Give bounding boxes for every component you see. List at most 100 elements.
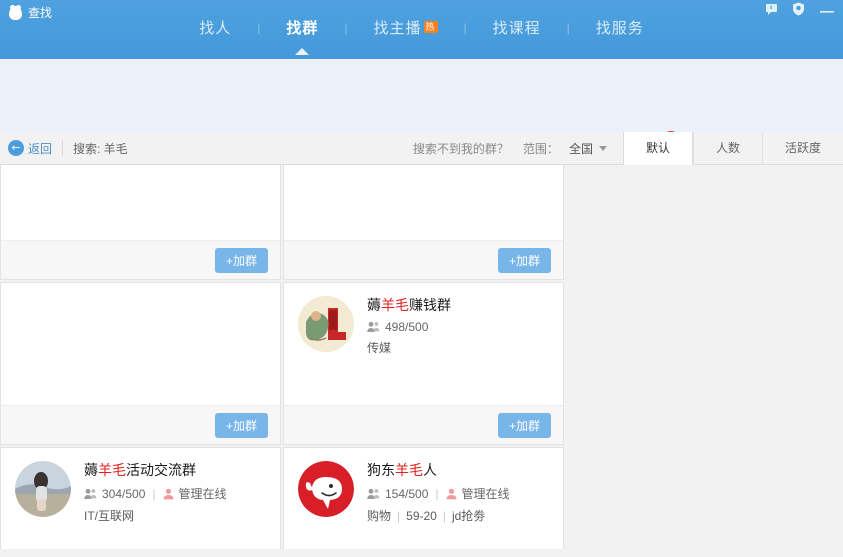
filter-controls: 搜索不到我的群？ 范围： 全国 默认 人数 活跃度 (413, 131, 843, 166)
members-icon (367, 488, 380, 500)
nav-item-0[interactable]: 找人 (173, 17, 257, 38)
search-result-label: 搜索: 羊毛 (73, 141, 128, 156)
meta-divider: | (435, 486, 439, 501)
group-title[interactable]: 狗东羊毛人 (367, 461, 553, 479)
results-area: +加群 +加群 +加群 薅羊毛赚钱群 498/500 传媒 +加群 薅羊毛活动交流群… (0, 165, 843, 549)
group-tag[interactable]: IT/互联网 (84, 509, 134, 523)
main-nav: 找人 | 找群 | 找主播热 | 找课程 | 找服务 (0, 17, 843, 55)
nav-item-label: 找主播 (373, 20, 422, 37)
group-card-body: 狗东羊毛人 154/500 | 管理在线购物 | 59-20 | jd抢劵 (284, 448, 563, 549)
member-count: 498/500 (385, 320, 429, 334)
group-info: 薅羊毛活动交流群 304/500 | 管理在线 IT/互联网 (84, 461, 270, 549)
admin-online-label: 管理在线 (178, 487, 227, 501)
sort-tab-2[interactable]: 活跃度 (761, 131, 843, 165)
join-group-button[interactable]: +加群 (214, 247, 268, 273)
active-tab-caret-icon (295, 48, 310, 55)
join-group-button[interactable]: +加群 (497, 412, 551, 438)
group-card-footer: +加群 (1, 405, 280, 444)
tag-divider: | (397, 509, 401, 523)
group-tag[interactable]: 购物 (367, 509, 391, 523)
group-title-pre: 狗东 (367, 462, 395, 478)
join-group-button[interactable]: +加群 (497, 247, 551, 273)
join-group-button[interactable]: +加群 (214, 412, 268, 438)
group-card[interactable]: 薅羊毛赚钱群 498/500 传媒 +加群 (283, 282, 564, 445)
group-title-highlight: 羊毛 (395, 462, 423, 478)
chevron-down-icon[interactable] (598, 145, 607, 151)
members-icon (367, 321, 380, 332)
group-title-post: 人 (423, 462, 437, 478)
group-card[interactable]: +加群 (0, 165, 281, 280)
group-tag[interactable]: 59-20 (406, 509, 437, 523)
group-title-highlight: 羊毛 (98, 462, 126, 478)
group-meta: 498/500 (367, 320, 553, 334)
members-icon (367, 321, 380, 333)
members-icon (367, 488, 380, 499)
admin-online-icon (163, 488, 174, 500)
group-title-pre: 薅 (84, 462, 98, 478)
group-card-body: 薅羊毛活动交流群 304/500 | 管理在线 IT/互联网 (1, 448, 280, 549)
window-header: 查找 找人 | 找群 | 找主播热 | 找课程 | 找服务 (0, 0, 843, 59)
nav-item-label: 找课程 (492, 20, 541, 37)
group-title-highlight: 羊毛 (381, 297, 409, 313)
admin-online-icon (446, 488, 457, 499)
divider (62, 140, 64, 156)
sort-tabs: 默认 人数 活跃度 (622, 131, 843, 166)
filter-bar: ← 返回 搜索: 羊毛 搜索不到我的群？ 范围： 全国 默认 人数 活跃度 (0, 131, 843, 166)
minimize-icon[interactable] (819, 3, 835, 21)
group-tags: 购物 | 59-20 | jd抢劵 (367, 507, 553, 524)
group-meta: 154/500 | 管理在线 (367, 485, 553, 502)
nav-item-label: 找服务 (595, 20, 644, 37)
members-icon (84, 488, 97, 500)
group-info: 狗东羊毛人 154/500 | 管理在线购物 | 59-20 | jd抢劵 (367, 461, 553, 549)
tag-divider: | (442, 509, 446, 523)
group-tags: 传媒 (367, 339, 553, 356)
cant-find-link[interactable]: 搜索不到我的群？ (413, 140, 509, 157)
feedback-icon[interactable] (765, 3, 778, 21)
members-icon (84, 488, 97, 499)
group-tag[interactable]: jd抢劵 (452, 509, 485, 523)
group-avatar[interactable] (298, 461, 354, 517)
group-card-footer: +加群 (1, 240, 280, 279)
window-controls (765, 2, 835, 21)
back-arrow-icon: ← (8, 140, 24, 156)
group-title-post: 赚钱群 (409, 297, 451, 313)
admin-online-icon (446, 488, 457, 500)
group-meta: 304/500 | 管理在线 (84, 485, 270, 502)
group-tags: IT/互联网 (84, 507, 270, 524)
admin-online-label: 管理在线 (461, 487, 510, 501)
group-card[interactable]: +加群 (0, 282, 281, 445)
nav-item-2[interactable]: 找主播热 (347, 17, 463, 38)
group-card[interactable]: 狗东羊毛人 154/500| 管理在线购物|59-20|jd抢劵+加群 (283, 447, 564, 549)
search-band: ✕ 王者荣耀 (0, 59, 843, 167)
back-button[interactable]: ← 返回 (8, 140, 52, 157)
nav-item-4[interactable]: 找服务 (570, 17, 670, 38)
back-label: 返回 (28, 141, 53, 156)
group-avatar[interactable] (298, 296, 354, 352)
group-avatar[interactable] (15, 461, 71, 517)
shield-icon[interactable] (792, 2, 805, 21)
hot-badge: 热 (423, 21, 438, 33)
admin-online-icon (163, 488, 174, 499)
group-card-footer: +加群 (284, 405, 563, 444)
nav-item-label: 找人 (199, 20, 232, 37)
group-tag[interactable]: 传媒 (367, 341, 391, 355)
group-title-post: 活动交流群 (126, 462, 196, 478)
group-title[interactable]: 薅羊毛活动交流群 (84, 461, 270, 479)
nav-item-3[interactable]: 找课程 (467, 17, 567, 38)
nav-item-label: 找群 (286, 20, 319, 37)
group-title-pre: 薅 (367, 297, 381, 313)
group-title[interactable]: 薅羊毛赚钱群 (367, 296, 553, 314)
group-card-body: 薅羊毛赚钱群 498/500 传媒 (284, 283, 563, 405)
member-count: 304/500 (102, 486, 146, 501)
scope-label: 范围： (522, 141, 559, 156)
nav-item-1[interactable]: 找群 (260, 17, 344, 55)
group-card[interactable]: 薅羊毛活动交流群 304/500| 管理在线IT/互联网+加群 (0, 447, 281, 549)
sort-tab-0[interactable]: 默认 (622, 131, 693, 166)
meta-divider: | (152, 486, 156, 501)
group-grid: +加群 +加群 +加群 薅羊毛赚钱群 498/500 传媒 +加群 薅羊毛活动交流群… (0, 165, 843, 549)
sort-tab-1[interactable]: 人数 (692, 131, 762, 165)
group-card[interactable]: +加群 (283, 165, 564, 280)
member-count: 154/500 (385, 486, 429, 501)
scope-value[interactable]: 全国 (569, 140, 593, 157)
group-info: 薅羊毛赚钱群 498/500 传媒 (367, 296, 553, 405)
